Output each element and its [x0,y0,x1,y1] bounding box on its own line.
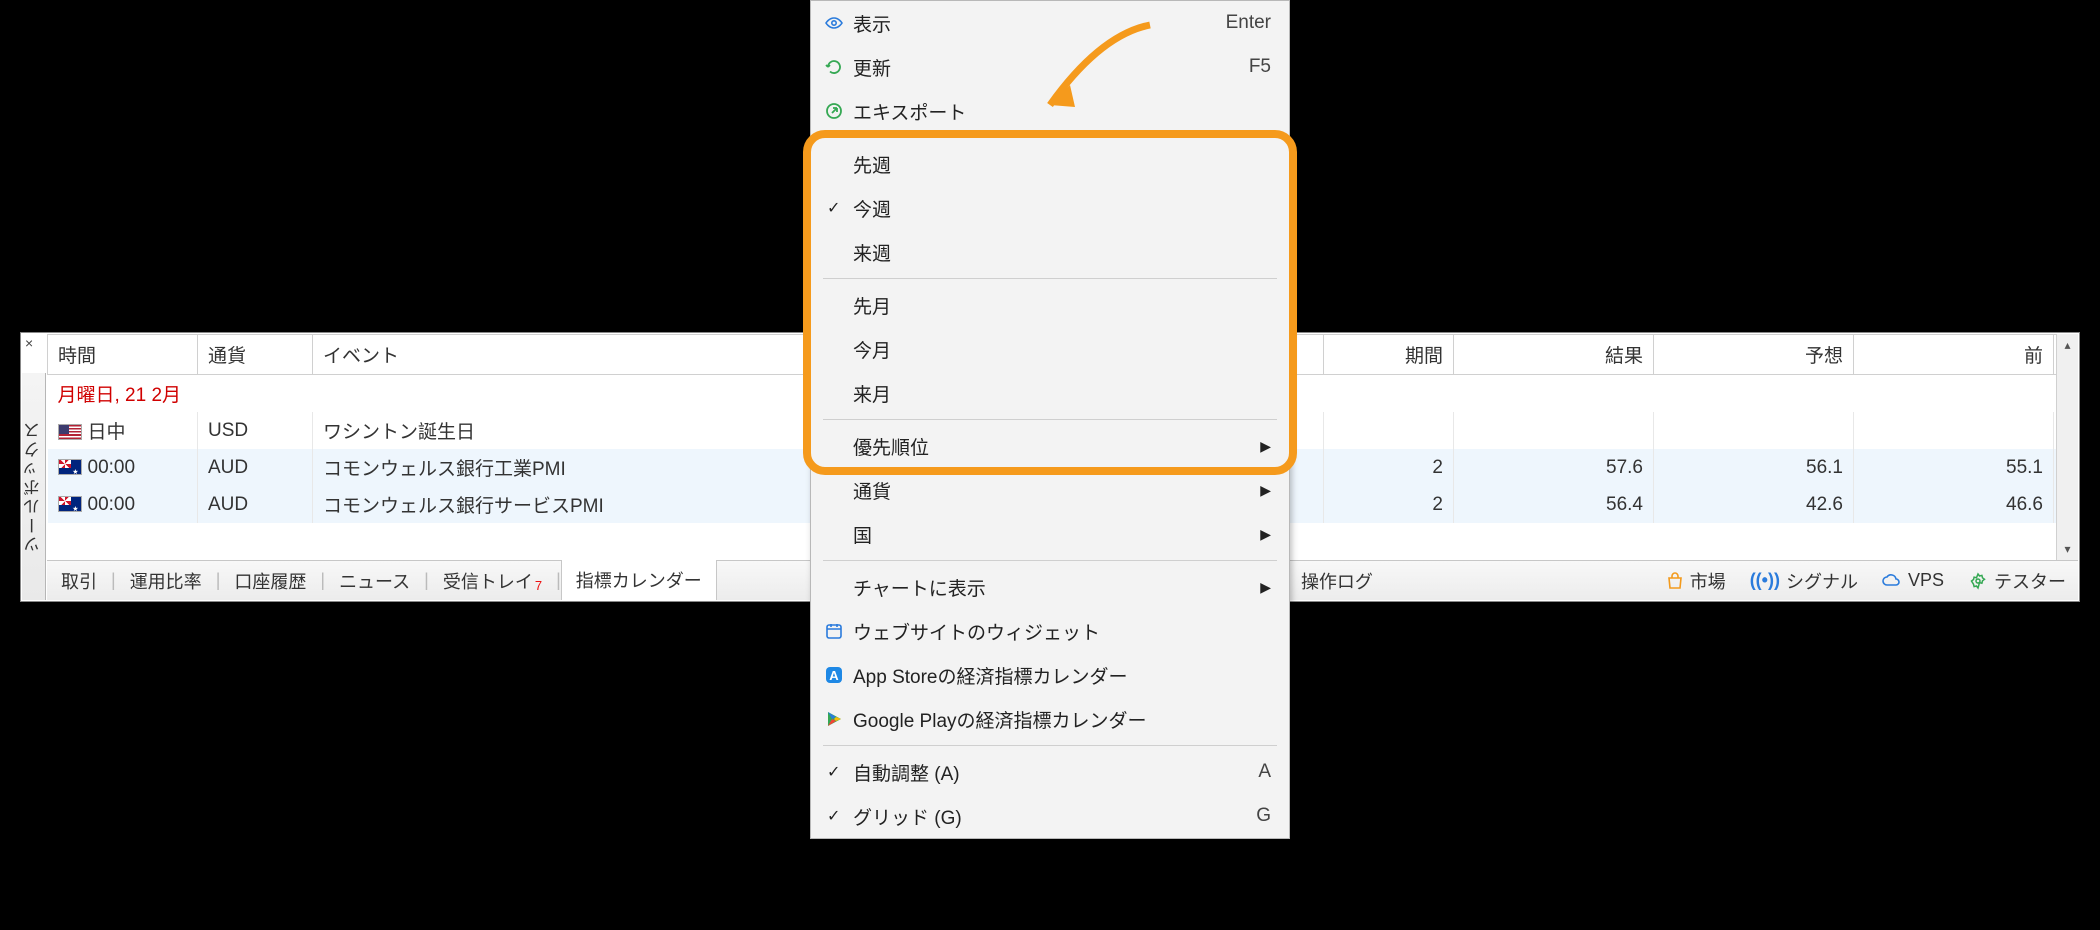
chevron-right-icon: ▶ [1260,438,1271,455]
menu-currency[interactable]: 通貨▶ [811,468,1289,512]
link-vps[interactable]: VPS [1870,570,1956,591]
menu-auto-adjust[interactable]: 自動調整 (A) A [811,750,1289,794]
svg-text:A: A [829,668,839,683]
menu-website-widget[interactable]: ウェブサイトのウィジェット [811,609,1289,653]
context-menu: 表示 Enter 更新 F5 エキスポート 先週 今週 来週 先月 今月 来月 … [810,0,1290,839]
eye-icon [823,12,845,34]
menu-view[interactable]: 表示 Enter [811,1,1289,45]
tab-log[interactable]: 操作ログ [1287,561,1387,600]
col-result[interactable]: 結果 [1454,335,1654,375]
app-store-icon: A [823,664,845,686]
col-period[interactable]: 期間 [1324,335,1454,375]
menu-google-play[interactable]: Google Playの経済指標カレンダー [811,697,1289,741]
flag-aud-icon [58,496,82,512]
col-time[interactable]: 時間 [48,335,198,375]
calendar-icon [823,620,845,642]
menu-separator [823,278,1277,279]
menu-show-on-chart[interactable]: チャートに表示▶ [811,565,1289,609]
tab-calendar[interactable]: 指標カレンダー [561,560,717,600]
menu-this-week[interactable]: 今週 [811,186,1289,230]
menu-grid[interactable]: グリッド (G) G [811,794,1289,838]
menu-this-month[interactable]: 今月 [811,327,1289,371]
cloud-icon [1882,573,1902,589]
scroll-down-icon[interactable]: ▾ [2064,538,2070,560]
link-market[interactable]: 市場 [1654,568,1738,594]
menu-separator [823,419,1277,420]
tab-history[interactable]: 口座履歴 [220,561,320,600]
col-previous[interactable]: 前 [1854,335,2054,375]
flag-usd-icon [58,424,82,440]
tab-ratio[interactable]: 運用比率 [116,561,216,600]
gear-icon [1968,571,1988,591]
flag-aud-icon [58,459,82,475]
bag-icon [1666,572,1684,590]
menu-export[interactable]: エキスポート [811,89,1289,133]
close-icon[interactable]: × [25,335,33,351]
export-icon [823,100,845,122]
tab-inbox[interactable]: 受信トレイ 7 [429,561,556,600]
toolbox-vertical-tab[interactable]: ツールボックス [22,373,46,600]
refresh-icon [823,56,845,78]
menu-prev-week[interactable]: 先週 [811,142,1289,186]
col-forecast[interactable]: 予想 [1654,335,1854,375]
menu-next-week[interactable]: 来週 [811,230,1289,274]
inbox-badge: 7 [535,578,542,593]
menu-country[interactable]: 国▶ [811,512,1289,556]
menu-refresh[interactable]: 更新 F5 [811,45,1289,89]
scroll-up-icon[interactable]: ▴ [2064,334,2070,356]
tab-trade[interactable]: 取引 [47,561,111,600]
menu-separator [823,745,1277,746]
menu-next-month[interactable]: 来月 [811,371,1289,415]
chevron-right-icon: ▶ [1260,482,1271,499]
menu-separator [823,560,1277,561]
chevron-right-icon: ▶ [1260,526,1271,543]
tab-news[interactable]: ニュース [325,561,424,600]
toolbox-label: ツールボックス [21,420,46,553]
menu-prev-month[interactable]: 先月 [811,283,1289,327]
menu-priority[interactable]: 優先順位▶ [811,424,1289,468]
link-signal[interactable]: ((•)) シグナル [1738,568,1870,594]
google-play-icon [823,708,845,730]
chevron-right-icon: ▶ [1260,579,1271,596]
col-currency[interactable]: 通貨 [198,335,313,375]
link-tester[interactable]: テスター [1956,568,2078,594]
vertical-scrollbar[interactable]: ▴ ▾ [2056,334,2078,560]
menu-app-store[interactable]: A App Storeの経済指標カレンダー [811,653,1289,697]
menu-separator [823,137,1277,138]
signal-icon: ((•)) [1750,570,1780,591]
